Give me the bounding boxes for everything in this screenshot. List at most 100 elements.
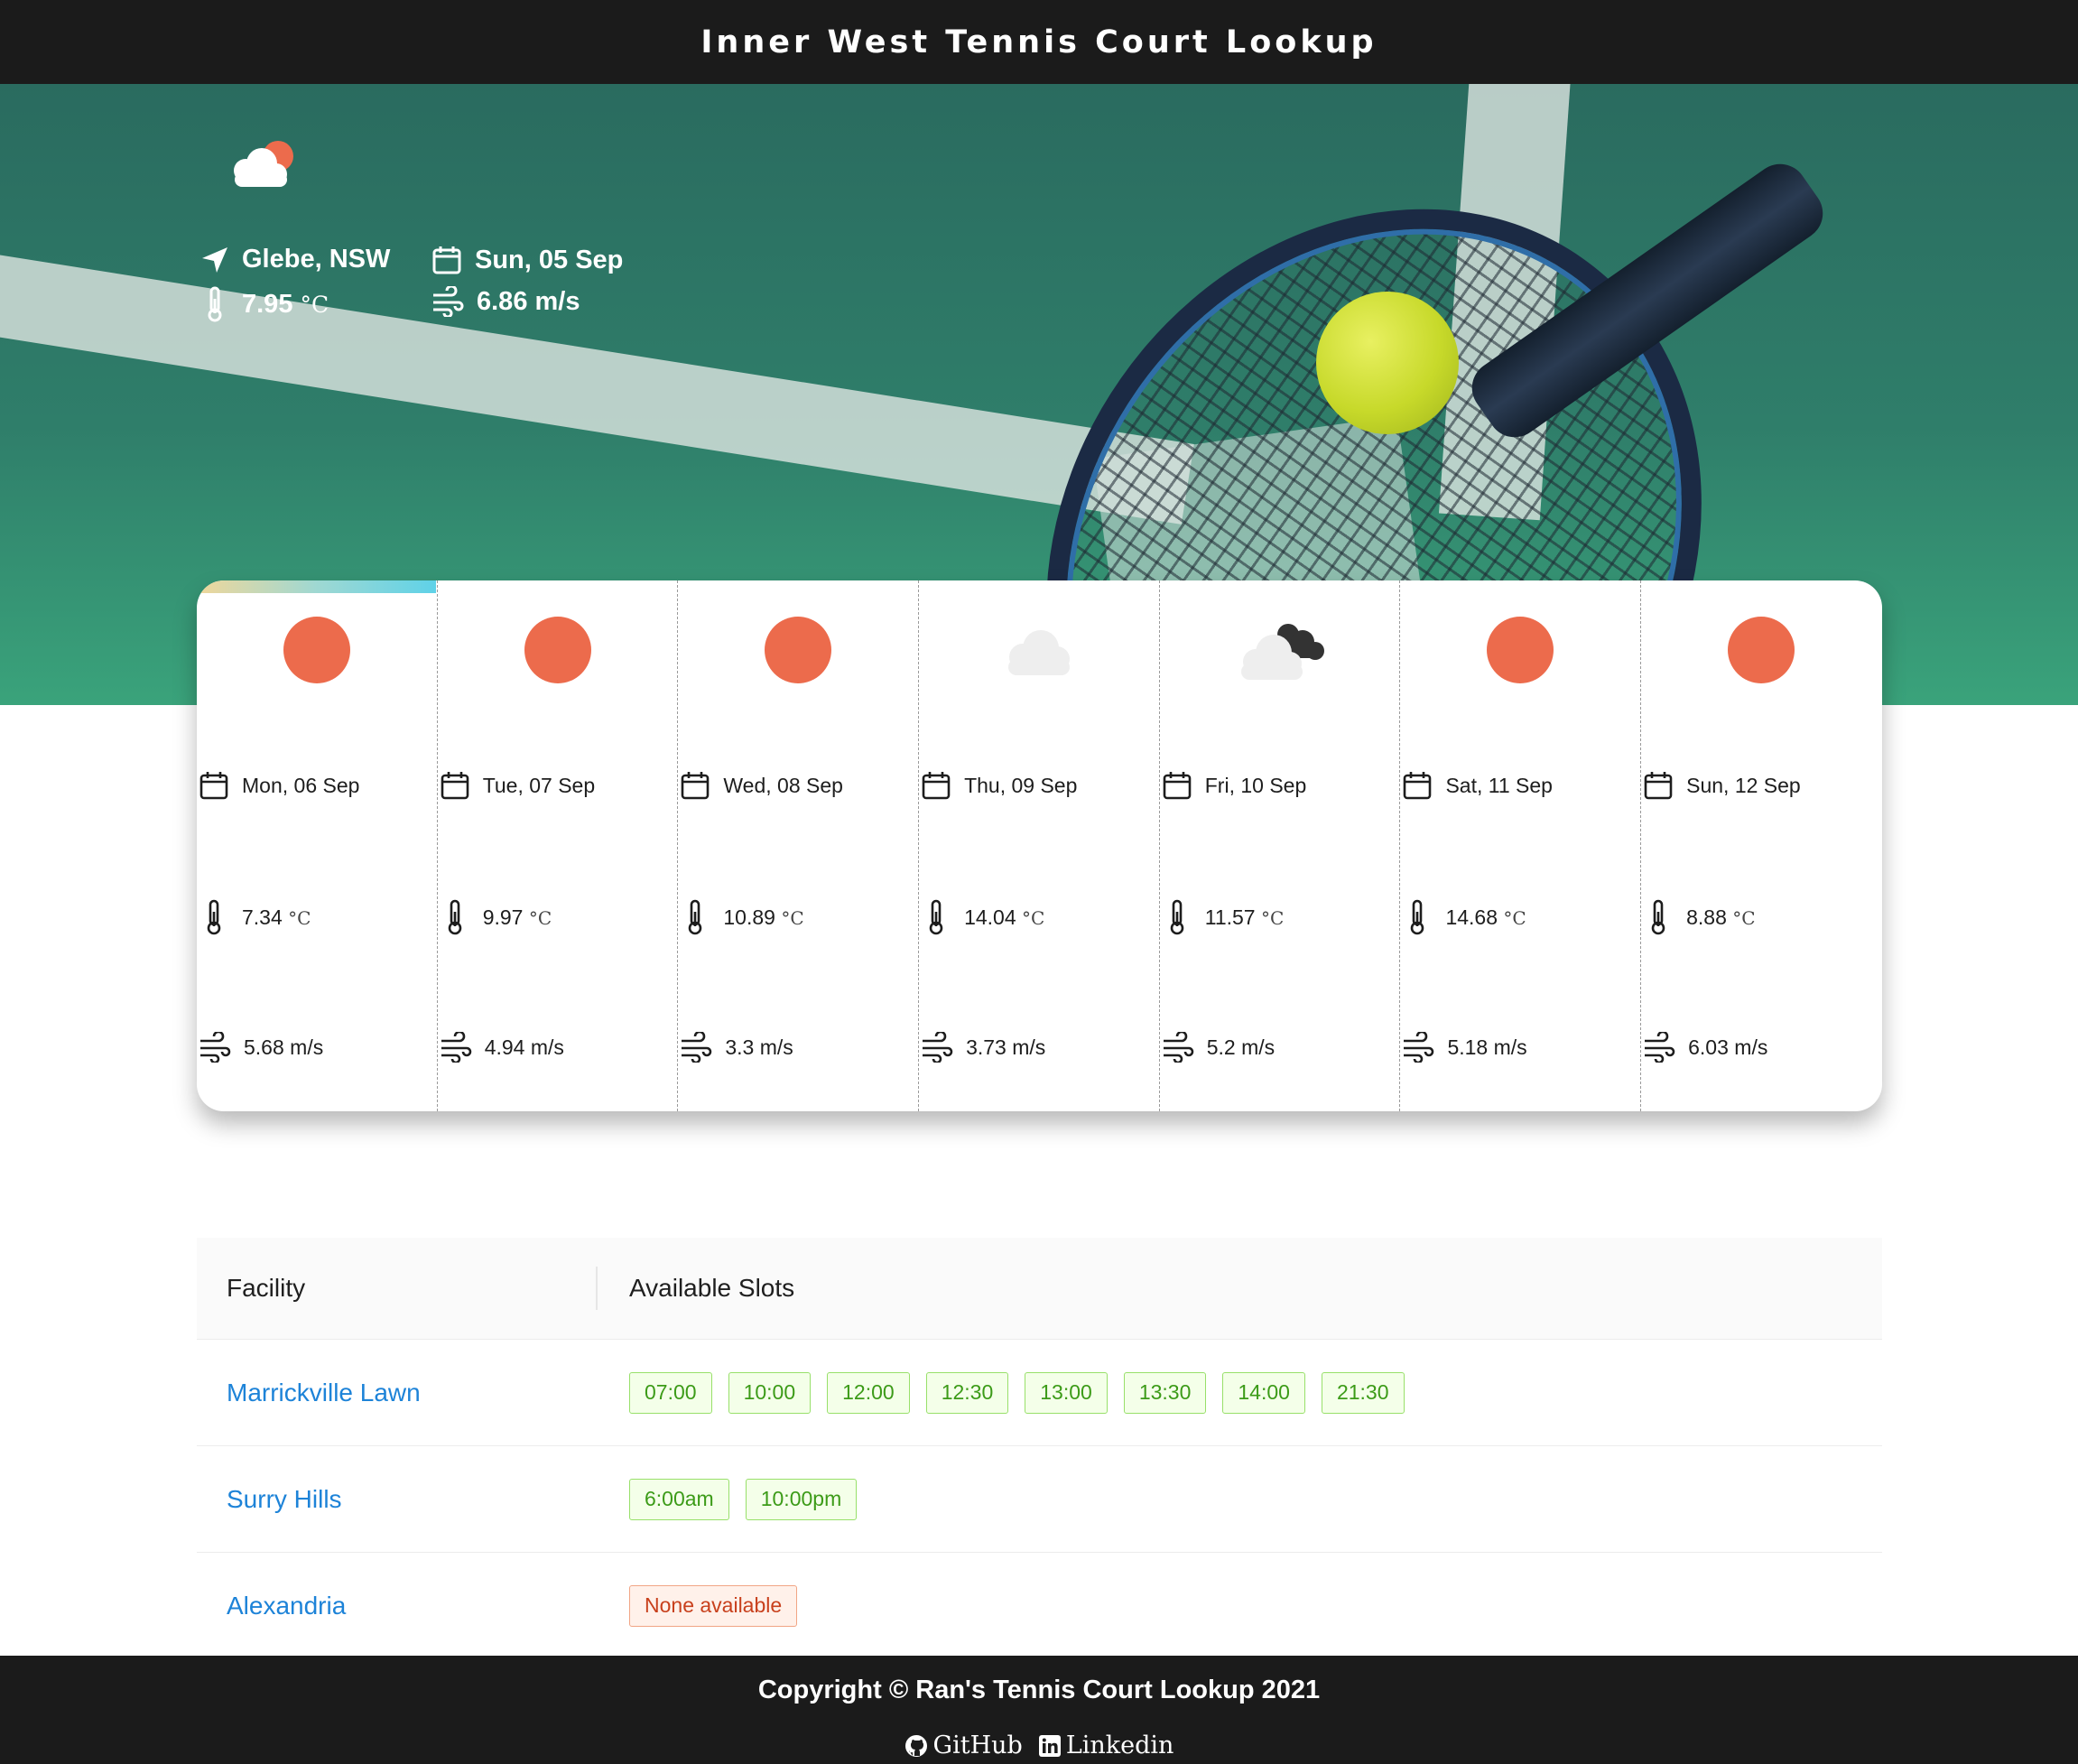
wind-icon bbox=[1163, 1032, 1194, 1063]
weather-icon-wrap bbox=[678, 615, 918, 685]
thermometer-icon bbox=[448, 899, 461, 935]
wind-icon bbox=[1645, 1032, 1675, 1063]
forecast-date: Fri, 10 Sep bbox=[1162, 770, 1306, 801]
thermometer-icon bbox=[689, 899, 702, 935]
forecast-card: Mon, 06 Sep 7.34 °C 5.68 m/s Tue, 07 Sep 9.9… bbox=[197, 580, 1882, 1111]
thermometer-icon bbox=[1411, 899, 1424, 935]
forecast-day: Wed, 08 Sep 10.89 °C 3.3 m/s bbox=[678, 580, 920, 1111]
current-wind: 6.86 m/s bbox=[431, 286, 580, 317]
none-available-badge: None available bbox=[629, 1584, 798, 1627]
page-title: Inner West Tennis Court Lookup bbox=[700, 23, 1378, 60]
forecast-temperature: 14.04 °C bbox=[921, 899, 1044, 935]
tennis-ball-image bbox=[1316, 292, 1459, 434]
calendar-icon bbox=[682, 772, 710, 800]
copyright-text: Copyright © Ran's Tennis Court Lookup 20… bbox=[757, 1676, 1321, 1704]
forecast-temperature: 10.89 °C bbox=[680, 899, 804, 935]
forecast-temperature: 11.57 °C bbox=[1162, 899, 1284, 935]
thermometer-icon bbox=[929, 899, 943, 935]
forecast-date: Sun, 12 Sep bbox=[1643, 770, 1801, 801]
time-slot-badge[interactable]: 10:00 bbox=[728, 1371, 812, 1414]
calendar-icon bbox=[922, 772, 951, 800]
forecast-day: Thu, 09 Sep 14.04 °C 3.73 m/s bbox=[919, 580, 1160, 1111]
calendar-icon bbox=[1404, 772, 1432, 800]
forecast-wind: 5.2 m/s bbox=[1162, 1032, 1275, 1063]
forecast-wind: 3.73 m/s bbox=[921, 1032, 1045, 1063]
wind-icon bbox=[923, 1032, 953, 1063]
calendar-icon bbox=[199, 772, 228, 800]
forecast-temperature: 14.68 °C bbox=[1402, 899, 1526, 935]
thermometer-icon bbox=[1651, 899, 1665, 935]
wind-icon bbox=[441, 1032, 471, 1063]
weather-icon-wrap bbox=[919, 615, 1159, 685]
forecast-temperature: 8.88 °C bbox=[1643, 899, 1756, 935]
weather-icon-wrap bbox=[1160, 615, 1400, 685]
facility-link[interactable]: Surry Hills bbox=[197, 1485, 598, 1514]
location-arrow-icon bbox=[202, 246, 227, 273]
time-slot-badge[interactable]: 14:00 bbox=[1222, 1371, 1305, 1414]
facility-table: Facility Available Slots Marrickville La… bbox=[197, 1238, 1882, 1658]
sun-icon bbox=[283, 617, 350, 683]
slots-column-header: Available Slots bbox=[629, 1274, 795, 1302]
wind-icon bbox=[433, 286, 464, 317]
forecast-day: Mon, 06 Sep 7.34 °C 5.68 m/s bbox=[197, 580, 438, 1111]
calendar-icon bbox=[432, 246, 461, 274]
app-header: Inner West Tennis Court Lookup bbox=[0, 0, 2078, 84]
footer-links: GitHub Linkedin bbox=[0, 1732, 2078, 1759]
forecast-day: Tue, 07 Sep 9.97 °C 4.94 m/s bbox=[438, 580, 679, 1111]
time-slot-badge[interactable]: 10:00pm bbox=[745, 1478, 858, 1520]
table-row: Alexandria None available bbox=[197, 1553, 1882, 1658]
github-link[interactable]: GitHub bbox=[904, 1732, 1023, 1759]
forecast-day: Sat, 11 Sep 14.68 °C 5.18 m/s bbox=[1400, 580, 1642, 1111]
time-slot-badge[interactable]: 6:00am bbox=[629, 1478, 729, 1520]
table-row: Surry Hills 6:00am 10:00pm bbox=[197, 1446, 1882, 1553]
sun-icon bbox=[1728, 617, 1795, 683]
sun-icon bbox=[765, 617, 832, 683]
time-slot-badge[interactable]: 21:30 bbox=[1321, 1371, 1405, 1414]
thermometer-icon bbox=[1170, 899, 1184, 935]
sun-icon bbox=[524, 617, 591, 683]
sun-icon bbox=[1487, 617, 1554, 683]
slots-list: 6:00am 10:00pm bbox=[598, 1478, 858, 1520]
forecast-day: Fri, 10 Sep 11.57 °C 5.2 m/s bbox=[1160, 580, 1401, 1111]
calendar-icon bbox=[1163, 772, 1192, 800]
time-slot-badge[interactable]: 07:00 bbox=[629, 1371, 712, 1414]
wind-icon bbox=[200, 1032, 231, 1063]
forecast-day: Sun, 12 Sep 8.88 °C 6.03 m/s bbox=[1641, 580, 1882, 1111]
forecast-date: Sat, 11 Sep bbox=[1402, 770, 1553, 801]
calendar-icon bbox=[1644, 772, 1673, 800]
facility-link[interactable]: Alexandria bbox=[197, 1592, 598, 1620]
current-temperature: 7.95 °C bbox=[200, 286, 329, 322]
forecast-date: Mon, 06 Sep bbox=[199, 770, 359, 801]
forecast-date: Thu, 09 Sep bbox=[921, 770, 1077, 801]
thermometer-icon bbox=[208, 286, 222, 322]
wind-icon bbox=[682, 1032, 712, 1063]
forecast-wind: 3.3 m/s bbox=[680, 1032, 793, 1063]
app-footer: Copyright © Ran's Tennis Court Lookup 20… bbox=[0, 1656, 2078, 1764]
github-icon bbox=[904, 1734, 927, 1757]
forecast-wind: 4.94 m/s bbox=[440, 1032, 564, 1063]
table-row: Marrickville Lawn 07:00 10:00 12:00 12:30 13:… bbox=[197, 1340, 1882, 1446]
time-slot-badge[interactable]: 12:00 bbox=[827, 1371, 910, 1414]
dark-cloud-icon bbox=[1240, 624, 1324, 680]
forecast-wind: 5.68 m/s bbox=[199, 1032, 323, 1063]
partly-cloudy-icon bbox=[234, 141, 293, 187]
weather-icon-wrap bbox=[1641, 615, 1882, 685]
forecast-temperature: 9.97 °C bbox=[440, 899, 552, 935]
forecast-date: Tue, 07 Sep bbox=[440, 770, 595, 801]
time-slot-badge[interactable]: 12:30 bbox=[925, 1371, 1009, 1414]
current-date: Sun, 05 Sep bbox=[431, 245, 623, 275]
linkedin-icon bbox=[1038, 1734, 1061, 1757]
weather-icon-wrap bbox=[197, 615, 437, 685]
thermometer-icon bbox=[207, 899, 221, 935]
time-slot-badge[interactable]: 13:30 bbox=[1123, 1371, 1207, 1414]
facility-link[interactable]: Marrickville Lawn bbox=[197, 1379, 598, 1407]
time-slot-badge[interactable]: 13:00 bbox=[1025, 1371, 1108, 1414]
linkedin-link[interactable]: Linkedin bbox=[1038, 1732, 1174, 1759]
forecast-date: Wed, 08 Sep bbox=[680, 770, 843, 801]
slots-list: None available bbox=[598, 1584, 798, 1627]
weather-icon-wrap bbox=[438, 615, 678, 685]
wind-icon bbox=[1404, 1032, 1434, 1063]
weather-icon-wrap bbox=[1400, 615, 1640, 685]
forecast-wind: 6.03 m/s bbox=[1643, 1032, 1767, 1063]
current-location: Glebe, NSW bbox=[200, 245, 390, 274]
